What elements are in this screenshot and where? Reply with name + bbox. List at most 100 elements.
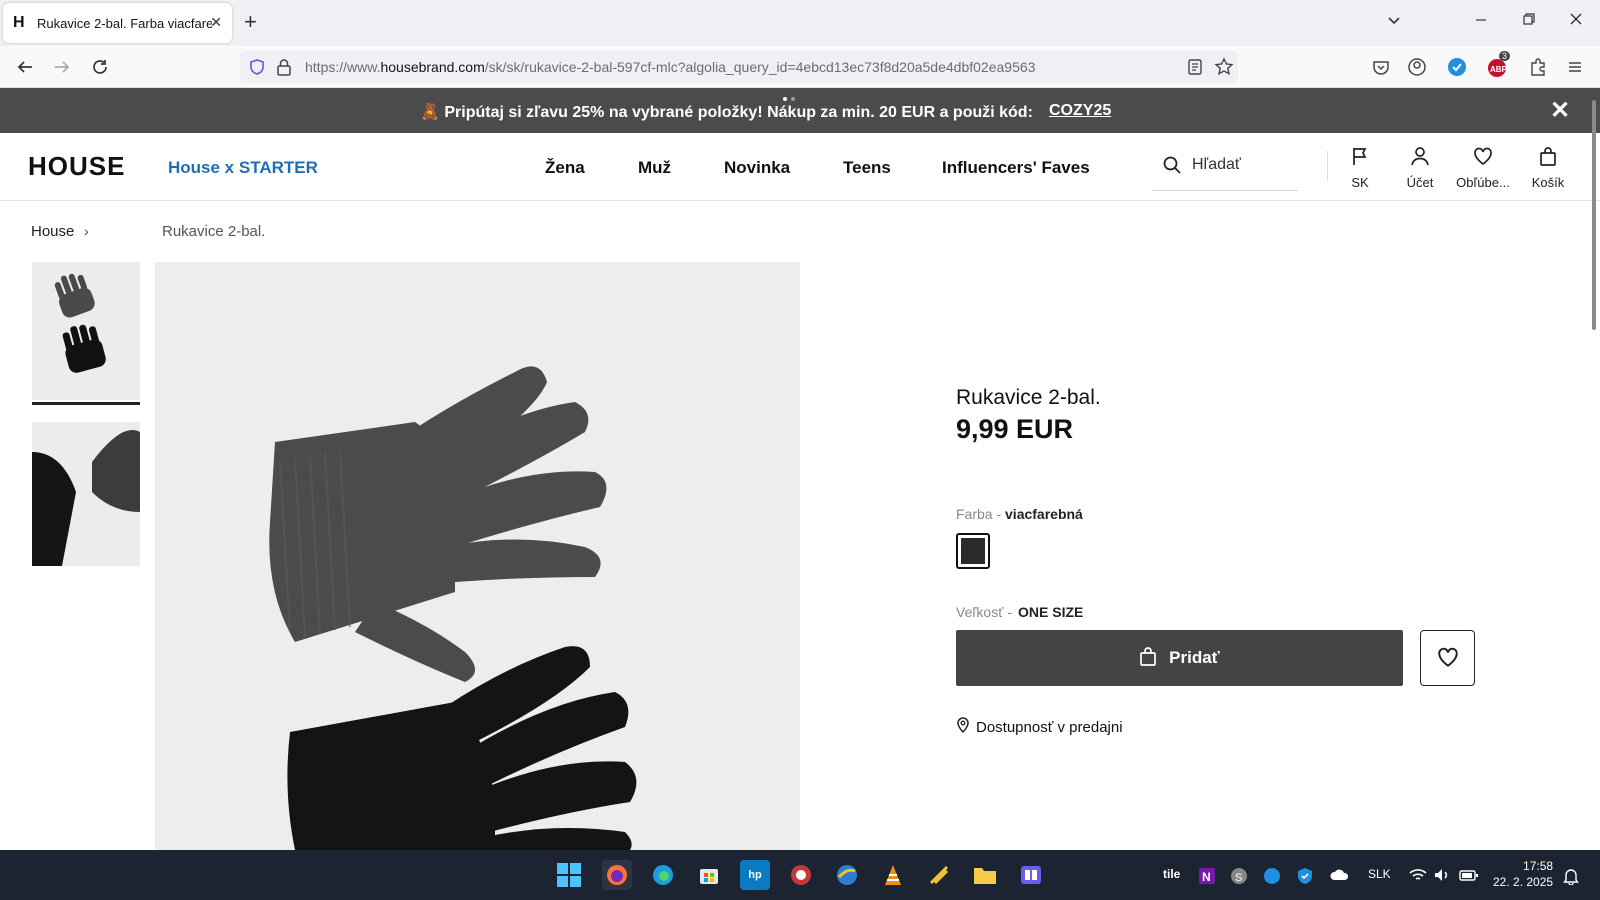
nav-zena[interactable]: Žena	[545, 158, 585, 178]
nav-house-x-starter[interactable]: House x STARTER	[168, 158, 318, 178]
chevron-right-icon: ›	[84, 223, 89, 239]
app-globe-icon[interactable]	[832, 860, 862, 890]
flag-icon	[1327, 145, 1393, 169]
account-button[interactable]: Účet	[1387, 145, 1453, 190]
tab-close-icon[interactable]: ✕	[210, 14, 222, 31]
shopping-bag-icon	[1515, 145, 1581, 169]
tray-blue-icon[interactable]	[1263, 867, 1281, 888]
active-thumbnail-indicator	[32, 402, 140, 405]
battery-icon[interactable]	[1459, 867, 1479, 886]
volume-icon[interactable]	[1433, 867, 1451, 886]
product-main-image[interactable]	[155, 262, 800, 850]
search-input[interactable]	[1192, 156, 1292, 174]
house-logo[interactable]: HOUSE	[28, 151, 125, 182]
tray-app-text-icon[interactable]: tile	[1163, 867, 1180, 881]
promo-code-link[interactable]: COZY25	[1049, 102, 1111, 120]
edge-icon[interactable]	[648, 860, 678, 890]
thumbnail-1[interactable]	[32, 262, 140, 400]
browser-navbar: https://www.housebrand.com/sk/sk/rukavic…	[0, 46, 1600, 88]
lock-icon[interactable]	[276, 58, 292, 81]
url-text[interactable]: https://www.housebrand.com/sk/sk/rukavic…	[305, 59, 1035, 75]
svg-text:S: S	[1235, 872, 1242, 884]
add-to-wishlist-button[interactable]	[1420, 630, 1475, 686]
heart-icon	[1436, 645, 1460, 672]
page-scrollbar[interactable]	[1592, 100, 1596, 330]
search-icon[interactable]	[1162, 155, 1182, 180]
myhp-icon[interactable]: hp	[740, 860, 770, 890]
app-red-icon[interactable]	[786, 860, 816, 890]
location-pin-icon	[956, 717, 970, 737]
restore-button[interactable]	[1522, 12, 1536, 31]
pocket-icon[interactable]	[1370, 56, 1392, 78]
nav-muz[interactable]: Muž	[638, 158, 671, 178]
wifi-icon[interactable]	[1409, 867, 1427, 886]
account-circle-icon[interactable]	[1406, 56, 1428, 78]
onenote-tray-icon[interactable]: N	[1198, 867, 1216, 888]
app-tools-icon[interactable]	[924, 860, 954, 890]
size-value: ONE SIZE	[1018, 604, 1084, 620]
nav-teens[interactable]: Teens	[843, 158, 891, 178]
new-tab-button[interactable]: +	[244, 11, 257, 33]
bookmark-star-icon[interactable]	[1214, 57, 1234, 82]
color-swatch[interactable]	[956, 533, 990, 569]
microsoft-store-icon[interactable]	[694, 860, 724, 890]
reader-view-icon[interactable]	[1186, 58, 1204, 81]
address-bar[interactable]: https://www.housebrand.com/sk/sk/rukavic…	[240, 51, 1238, 83]
country-label: SK	[1351, 175, 1369, 190]
extension-blue-icon[interactable]	[1446, 56, 1468, 78]
nav-influencers-faves[interactable]: Influencers' Faves	[942, 158, 1090, 178]
tracking-shield-icon[interactable]	[248, 58, 266, 81]
clock-date: 22. 2. 2025	[1493, 875, 1554, 889]
close-icon[interactable]: ✕	[1550, 96, 1570, 125]
skype-tray-icon[interactable]: S	[1230, 867, 1248, 888]
close-window-button[interactable]	[1569, 12, 1583, 31]
defender-tray-icon[interactable]	[1296, 867, 1314, 888]
browser-tabbar: H Rukavice 2-bal. Farba viacfarebná | Ho…	[0, 0, 1600, 46]
product-price: 9,99 EUR	[956, 414, 1074, 444]
svg-text:N: N	[1202, 870, 1211, 884]
teddy-bear-icon: 🧸	[420, 104, 440, 121]
windows-start-icon[interactable]	[554, 860, 584, 890]
notification-bell-icon[interactable]	[1562, 867, 1580, 888]
heart-icon	[1450, 145, 1516, 169]
tab-favicon: H	[13, 14, 25, 31]
product-name: Rukavice 2-bal.	[956, 386, 1101, 409]
search-box[interactable]	[1152, 143, 1298, 191]
firefox-icon[interactable]	[602, 860, 632, 890]
minimize-button[interactable]	[1474, 12, 1488, 31]
cart-label: Košík	[1531, 175, 1565, 190]
color-label: Farba - viacfarebná	[956, 506, 1083, 522]
account-label: Účet	[1406, 175, 1434, 190]
nav-novinka[interactable]: Novinka	[724, 158, 790, 178]
browser-tab-active[interactable]: H Rukavice 2-bal. Farba viacfarebná | Ho…	[3, 3, 232, 43]
breadcrumb-home[interactable]: House	[31, 223, 74, 240]
extensions-puzzle-icon[interactable]	[1527, 56, 1549, 78]
color-value: viacfarebná	[1005, 506, 1083, 522]
store-availability-link[interactable]: Dostupnosť v predajni	[956, 717, 1123, 737]
language-indicator[interactable]: SLK	[1368, 867, 1391, 881]
add-to-cart-button[interactable]: Pridať	[956, 630, 1403, 686]
menu-hamburger-icon[interactable]	[1564, 56, 1586, 78]
country-selector[interactable]: SK	[1327, 145, 1393, 190]
cart-button[interactable]: Košík	[1515, 145, 1581, 190]
promo-text: 🧸 Pripútaj si zľavu 25% na vybrané polož…	[420, 104, 1033, 121]
back-arrow-icon[interactable]	[13, 55, 37, 79]
forward-arrow-icon[interactable]	[50, 55, 74, 79]
file-explorer-icon[interactable]	[970, 860, 1000, 890]
system-clock[interactable]: 17:58 22. 2. 2025	[1493, 858, 1553, 890]
adblock-extension-icon[interactable]: ABP 3	[1487, 51, 1511, 78]
app-purple-icon[interactable]	[1016, 860, 1046, 890]
vlc-icon[interactable]	[878, 860, 908, 890]
store-availability-label: Dostupnosť v predajni	[976, 718, 1123, 736]
svg-text:ABP: ABP	[1490, 65, 1508, 74]
reload-icon[interactable]	[88, 55, 112, 79]
extension-badge: 3	[1499, 51, 1511, 61]
thumbnail-2[interactable]	[32, 422, 140, 566]
favorites-button[interactable]: Obľúbe...	[1450, 145, 1516, 190]
clock-time: 17:58	[1523, 859, 1554, 873]
promo-banner: 🧸 Pripútaj si zľavu 25% na vybrané polož…	[0, 88, 1600, 133]
windows-taskbar: hp tile N S SLK 17:58 22. 2. 2025	[0, 850, 1600, 900]
size-label: Veľkosť - ONE SIZE	[956, 604, 1084, 620]
tab-list-chevron-icon[interactable]	[1386, 12, 1402, 33]
onedrive-cloud-icon[interactable]	[1330, 867, 1350, 886]
